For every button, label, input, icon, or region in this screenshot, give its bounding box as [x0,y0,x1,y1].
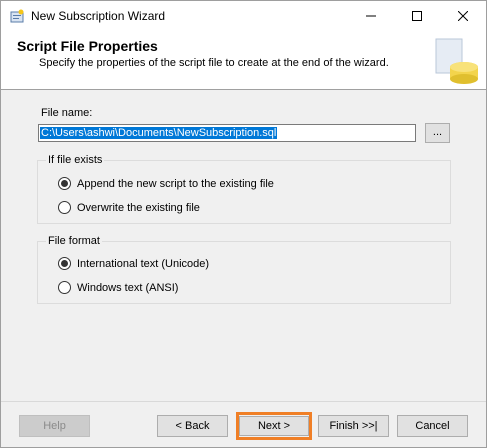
ansi-label: Windows text (ANSI) [77,281,179,294]
page-subtitle: Specify the properties of the script fil… [39,57,389,69]
finish-button[interactable]: Finish >>| [318,415,389,437]
append-label: Append the new script to the existing fi… [77,177,274,190]
file-format-legend: File format [46,235,102,247]
file-name-label: File name: [41,107,93,119]
ansi-radio[interactable] [58,281,71,294]
unicode-radio[interactable] [58,257,71,270]
next-button-highlight [236,412,312,440]
help-button[interactable]: Help [19,415,90,437]
close-button[interactable] [440,1,486,31]
ansi-option[interactable]: Windows text (ANSI) [58,281,178,294]
file-name-input[interactable]: C:\Users\ashwi\Documents\NewSubscription… [38,124,416,142]
append-option[interactable]: Append the new script to the existing fi… [58,177,274,190]
window-title: New Subscription Wizard [31,9,166,23]
cancel-button[interactable]: Cancel [397,415,468,437]
page-title: Script File Properties [17,38,158,54]
wizard-app-icon [10,9,24,23]
file-name-value: C:\Users\ashwi\Documents\NewSubscription… [40,127,278,139]
maximize-button[interactable] [394,1,440,31]
minimize-button[interactable] [348,1,394,31]
title-bar: New Subscription Wizard [1,1,486,31]
overwrite-option[interactable]: Overwrite the existing file [58,201,200,214]
browse-button[interactable]: ... [425,123,450,143]
footer-divider [1,401,486,402]
append-radio[interactable] [58,177,71,190]
wizard-header: Script File Properties Specify the prope… [1,31,486,90]
maximize-icon [412,11,422,21]
unicode-label: International text (Unicode) [77,257,210,270]
if-file-exists-legend: If file exists [46,154,105,166]
file-format-group: File format [37,235,451,304]
database-graphic-icon [435,38,478,84]
overwrite-label: Overwrite the existing file [77,201,200,214]
back-button[interactable]: < Back [157,415,228,437]
wizard-window: New Subscription Wizard Script File Prop… [0,0,487,448]
overwrite-radio[interactable] [58,201,71,214]
close-icon [458,11,468,21]
minimize-icon [366,15,376,17]
unicode-option[interactable]: International text (Unicode) [58,257,209,270]
if-file-exists-group: If file exists [37,154,451,224]
